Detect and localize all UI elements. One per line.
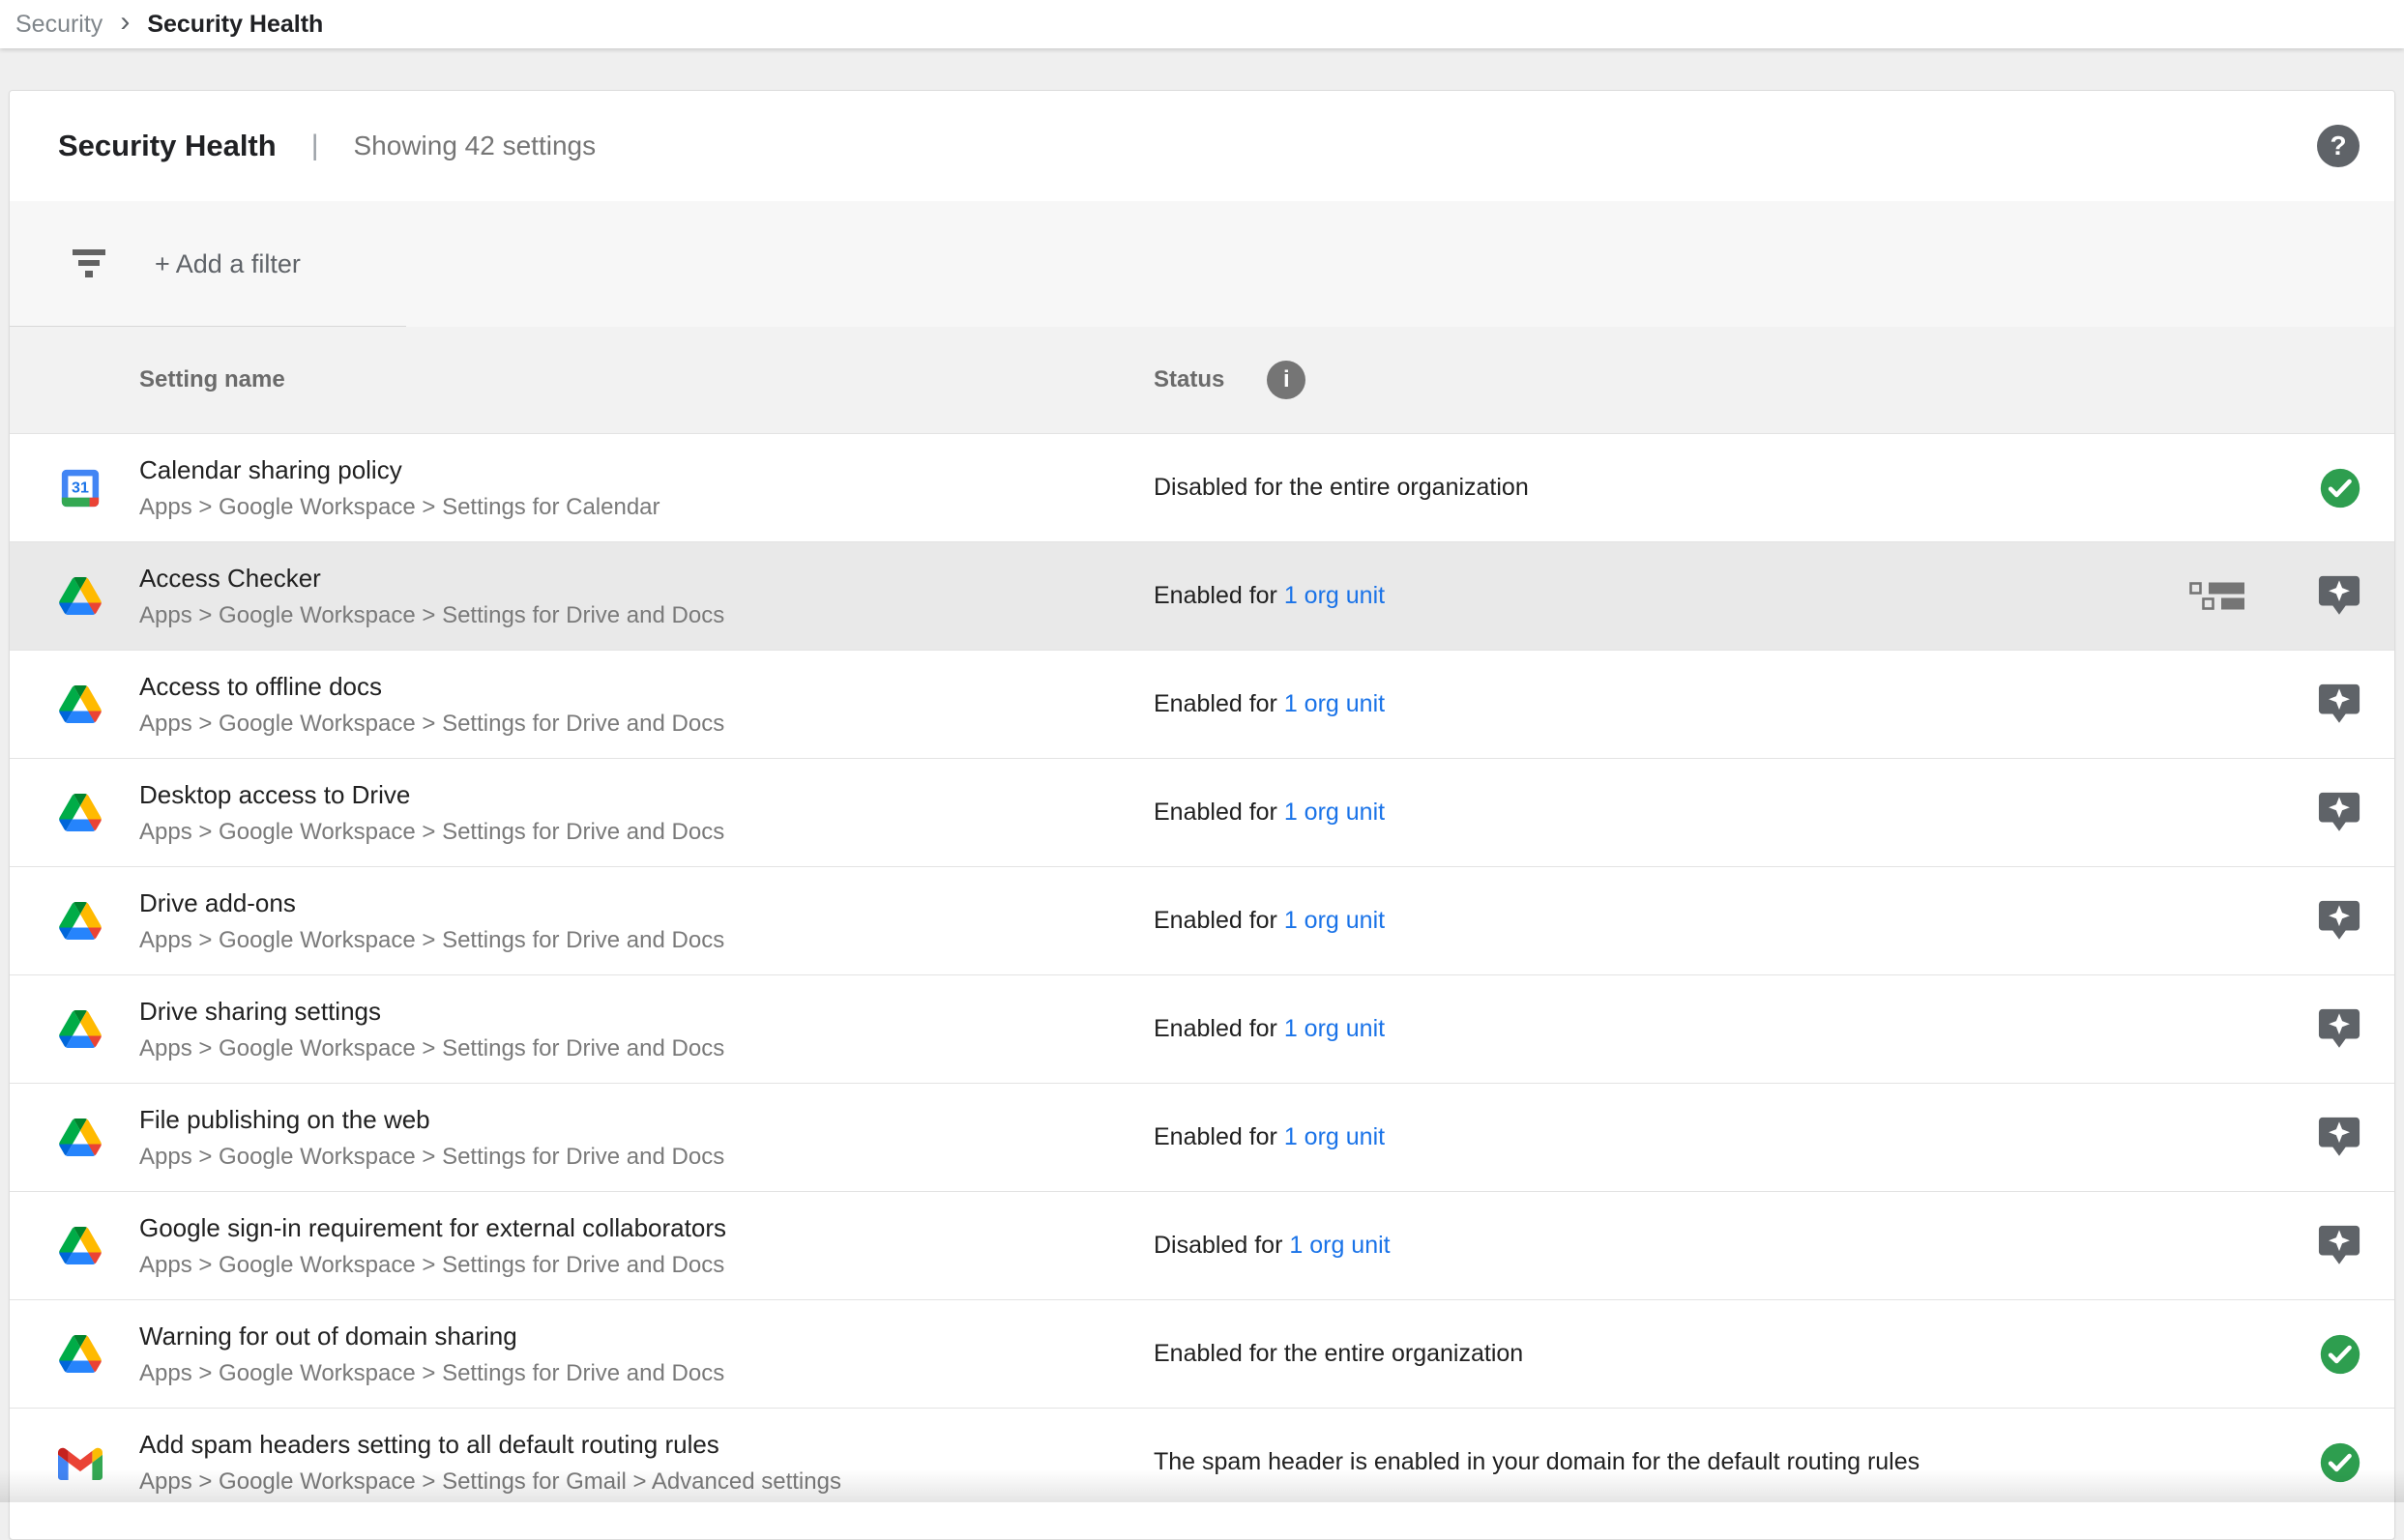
drive-icon	[58, 1119, 103, 1156]
recommendation-badge-icon[interactable]	[2317, 574, 2361, 618]
status-text: Disabled for	[1154, 1232, 1289, 1259]
table-row[interactable]: Access Checker Apps > Google Workspace >…	[10, 541, 2394, 650]
recommendation-badge-icon[interactable]	[2317, 791, 2361, 834]
breadcrumb-security-link[interactable]: Security	[15, 11, 103, 39]
status-text: Enabled for	[1154, 799, 1284, 826]
table-row[interactable]: Access to offline docs Apps > Google Wor…	[10, 650, 2394, 758]
drive-icon	[58, 577, 103, 615]
table-column-header: Setting name Status i	[10, 327, 2394, 433]
setting-path: Apps > Google Workspace > Settings for D…	[139, 711, 724, 738]
table-row[interactable]: Add spam headers setting to all default …	[10, 1408, 2394, 1516]
status-ok-icon	[2319, 1333, 2361, 1376]
filter-divider	[10, 326, 406, 327]
status-text: Disabled for the entire organization	[1154, 474, 1529, 501]
setting-name: Calendar sharing policy	[139, 455, 660, 485]
org-unit-link[interactable]: 1 org unit	[1284, 799, 1385, 826]
drive-icon	[58, 902, 103, 940]
setting-path: Apps > Google Workspace > Settings for D…	[139, 819, 724, 846]
table-row[interactable]: Desktop access to Drive Apps > Google Wo…	[10, 758, 2394, 866]
settings-count: Showing 42 settings	[354, 131, 597, 161]
security-health-card: Security Health | Showing 42 settings ? …	[9, 90, 2395, 1540]
chevron-right-icon: ›	[120, 8, 130, 37]
status-text: The spam header is enabled in your domai…	[1154, 1448, 1920, 1475]
status-text: Enabled for the entire organization	[1154, 1340, 1523, 1367]
org-unit-link[interactable]: 1 org unit	[1284, 582, 1385, 609]
status-text: Enabled for	[1154, 1123, 1284, 1150]
org-unit-link[interactable]: 1 org unit	[1284, 907, 1385, 934]
setting-path: Apps > Google Workspace > Settings for C…	[139, 494, 660, 521]
status-ok-icon	[2319, 467, 2361, 509]
settings-table: 31 Calendar sharing policy Apps > Google…	[10, 433, 2394, 1516]
setting-path: Apps > Google Workspace > Settings for D…	[139, 1360, 724, 1387]
table-row[interactable]: File publishing on the web Apps > Google…	[10, 1083, 2394, 1191]
setting-path: Apps > Google Workspace > Settings for D…	[139, 602, 724, 629]
info-icon[interactable]: i	[1267, 361, 1305, 399]
status-text: Enabled for	[1154, 1015, 1284, 1042]
drive-icon	[58, 794, 103, 831]
setting-name: Desktop access to Drive	[139, 780, 724, 810]
drive-icon	[58, 1335, 103, 1373]
org-unit-link[interactable]: 1 org unit	[1284, 690, 1385, 717]
table-row[interactable]: Drive sharing settings Apps > Google Wor…	[10, 974, 2394, 1083]
setting-name: Access Checker	[139, 564, 724, 594]
filter-bar: + Add a filter	[10, 201, 2394, 327]
setting-path: Apps > Google Workspace > Settings for D…	[139, 1144, 724, 1171]
card-header: Security Health | Showing 42 settings ?	[10, 91, 2394, 201]
filter-icon[interactable]	[72, 247, 106, 282]
setting-name: Drive sharing settings	[139, 997, 724, 1027]
org-unit-link[interactable]: 1 org unit	[1284, 1123, 1385, 1150]
page-title: Security Health	[58, 129, 277, 163]
setting-path: Apps > Google Workspace > Settings for D…	[139, 1252, 726, 1279]
setting-name: Google sign-in requirement for external …	[139, 1213, 726, 1243]
table-row[interactable]: Drive add-ons Apps > Google Workspace > …	[10, 866, 2394, 974]
status-column-header: Status	[1154, 366, 1224, 393]
add-filter-button[interactable]: + Add a filter	[155, 249, 301, 279]
setting-path: Apps > Google Workspace > Settings for D…	[139, 1035, 724, 1062]
org-unit-link[interactable]: 1 org unit	[1289, 1232, 1390, 1259]
calendar-icon: 31	[58, 468, 103, 508]
setting-name: File publishing on the web	[139, 1105, 724, 1135]
status-text: Enabled for	[1154, 690, 1284, 717]
setting-name: Access to offline docs	[139, 672, 724, 702]
gmail-icon	[58, 1445, 103, 1480]
drive-icon	[58, 1010, 103, 1048]
help-icon[interactable]: ?	[2317, 125, 2360, 167]
setting-path: Apps > Google Workspace > Settings for D…	[139, 927, 724, 954]
title-separator: |	[311, 130, 319, 162]
setting-name: Warning for out of domain sharing	[139, 1322, 724, 1351]
status-text: Enabled for	[1154, 907, 1284, 934]
drive-icon	[58, 685, 103, 723]
status-text: Enabled for	[1154, 582, 1284, 609]
breadcrumb-current-page: Security Health	[147, 11, 323, 39]
status-ok-icon	[2319, 1441, 2361, 1484]
breadcrumb: Security › Security Health	[0, 0, 2404, 48]
rules-list-icon[interactable]	[2189, 582, 2245, 611]
recommendation-badge-icon[interactable]	[2317, 1116, 2361, 1159]
setting-name: Add spam headers setting to all default …	[139, 1430, 841, 1460]
drive-icon	[58, 1227, 103, 1264]
recommendation-badge-icon[interactable]	[2317, 899, 2361, 943]
table-row[interactable]: Warning for out of domain sharing Apps >…	[10, 1299, 2394, 1408]
recommendation-badge-icon[interactable]	[2317, 1007, 2361, 1051]
recommendation-badge-icon[interactable]	[2317, 1224, 2361, 1267]
org-unit-link[interactable]: 1 org unit	[1284, 1015, 1385, 1042]
setting-name: Drive add-ons	[139, 888, 724, 918]
recommendation-badge-icon[interactable]	[2317, 683, 2361, 726]
setting-path: Apps > Google Workspace > Settings for G…	[139, 1468, 841, 1496]
svg-text:31: 31	[72, 479, 89, 496]
table-row[interactable]: Google sign-in requirement for external …	[10, 1191, 2394, 1299]
table-row[interactable]: 31 Calendar sharing policy Apps > Google…	[10, 433, 2394, 541]
setting-name-column-header: Setting name	[10, 366, 1154, 393]
